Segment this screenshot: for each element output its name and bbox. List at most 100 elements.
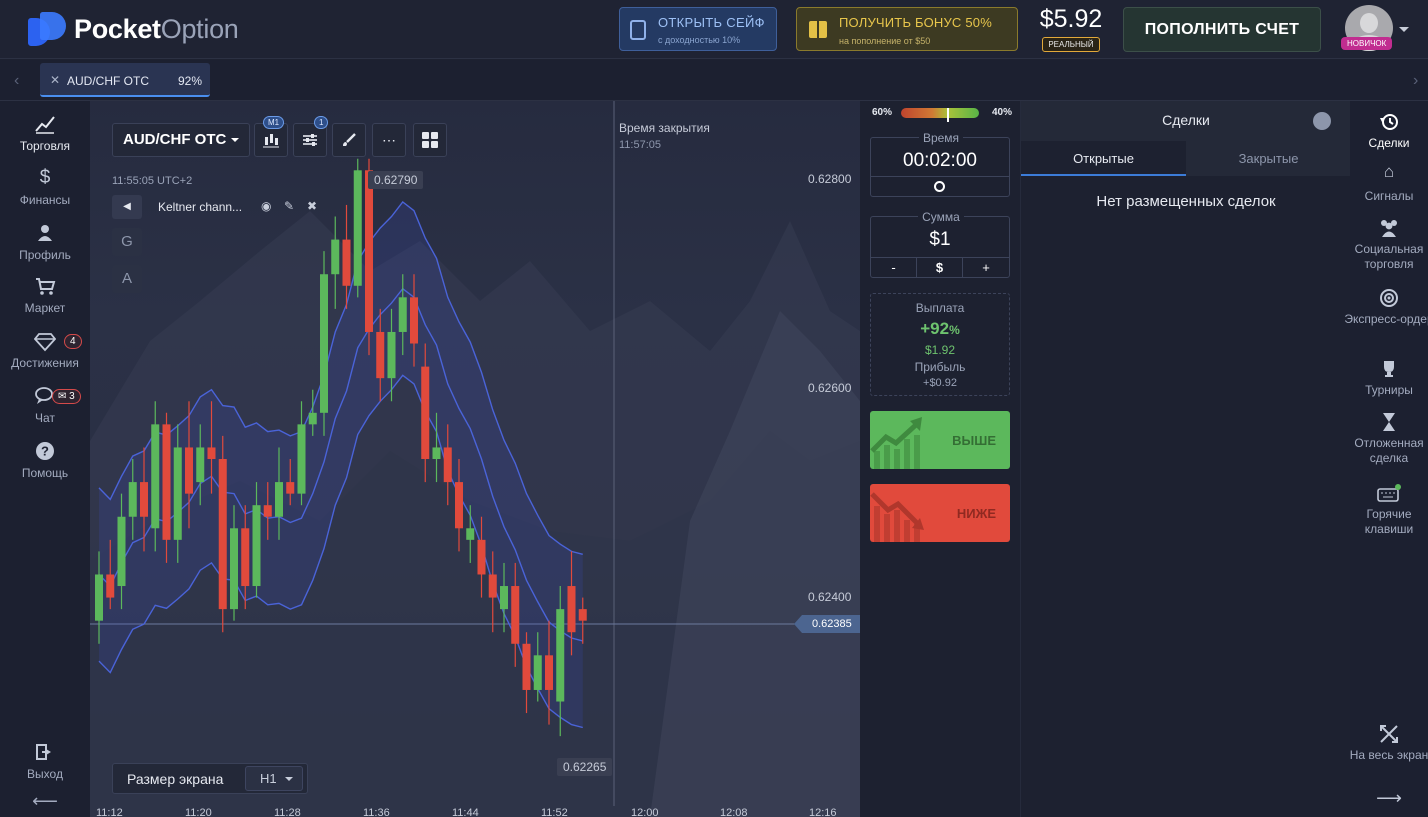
candle-body [410,297,418,344]
sliders-icon [303,134,317,146]
nav-item-logout[interactable]: Выход [0,741,90,781]
time-tick: 11:28 [274,807,301,817]
more-button[interactable]: ⋯ [372,123,406,157]
nav-item-trading[interactable]: Торговля [0,103,90,159]
rnav-item-signals[interactable]: ⌂ Сигналы [1344,163,1428,204]
chart-type-button[interactable]: M1 [254,116,288,157]
time-tick: 11:44 [452,807,479,817]
nav-item-achievements[interactable]: Достижения 4 [0,330,90,370]
brush-icon [343,133,356,146]
indicator-name[interactable]: Keltner chann... [158,200,242,214]
brand-logo[interactable]: PocketOption [28,12,239,46]
amount-field[interactable]: Сумма $1 - $ + [870,210,1010,278]
amount-decrease-button[interactable]: - [871,258,917,277]
candle [522,632,531,714]
asset-selector[interactable]: AUD/CHF OTC [112,123,250,157]
asset-tab-bar: ‹ ✕ AUD/CHF OTC 92% › [0,60,1428,101]
candle-body [477,539,486,575]
chevron-down-icon [231,138,239,142]
hourglass-icon [1383,413,1395,431]
help-icon: ? [36,442,54,460]
chevron-down-icon [285,777,293,781]
nav-label-help: Помощь [21,466,69,480]
account-balance[interactable]: $5.92 РЕАЛЬНЫЙ [1036,5,1106,52]
deposit-button[interactable]: ПОПОЛНИТЬ СЧЕТ [1123,7,1321,52]
server-time: 11:55:05 UTC+2 [112,175,193,187]
svg-text:?: ? [41,444,49,459]
close-icon[interactable]: ✕ [50,73,60,87]
time-field[interactable]: Время 00:02:00 [870,131,1010,197]
amount-currency-button[interactable]: $ [917,258,963,277]
buy-up-label: ВЫШЕ [952,433,996,448]
nav-label-profile: Профиль [19,248,71,262]
payout-label: Выплата [915,301,965,315]
candle-body [230,528,238,610]
rnav-label-deals: Сделки [1368,136,1410,150]
indicators-button[interactable]: 1 [293,116,329,157]
amount-label: Сумма [918,210,964,224]
list-menu-icon[interactable] [1313,112,1331,130]
balance-amount: $5.92 [1039,5,1103,33]
chevron-right-icon[interactable]: › [1413,72,1418,90]
rnav-label-fullscreen: На весь экран [1349,748,1428,762]
nav-item-market[interactable]: Маркет [0,275,90,315]
deals-panel: Сделки Открытые Закрытые Нет размещенных… [1020,101,1351,817]
bonus-subtitle: на пополнение от $50 [839,36,931,46]
nav-item-help[interactable]: ? Помощь [0,440,90,480]
candle-body [106,574,115,598]
rnav-item-fullscreen[interactable]: На весь экран [1344,723,1428,763]
no-deals-message: Нет размещенных сделок [1096,193,1276,210]
candle-body [241,528,250,587]
fullscreen-icon [1380,725,1398,743]
indicators-count-badge: 1 [314,116,329,129]
rnav-item-express[interactable]: Экспресс-ордер [1344,287,1428,327]
arrow-left-icon[interactable]: ⟵ [0,791,90,812]
rnav-item-pending[interactable]: Отложенная сделка [1344,411,1428,466]
tab-open-deals[interactable]: Открытые [1021,141,1186,176]
nav-label-chat: Чат [35,411,55,425]
open-safe-button[interactable]: ОТКРЫТЬ СЕЙФ с доходностью 10% [619,7,777,51]
sell-down-button[interactable]: НИЖЕ [870,484,1010,542]
drawing-tools-button[interactable] [332,123,366,157]
eye-icon[interactable]: ◉ [261,199,271,213]
get-bonus-button[interactable]: ПОЛУЧИТЬ БОНУС 50% на пополнение от $50 [796,7,1018,51]
pencil-icon[interactable]: ✎ [284,199,294,213]
candle-body [95,574,103,621]
chevron-down-icon[interactable] [1399,27,1409,32]
screen-size-select[interactable]: H1 [245,766,303,791]
rnav-item-hotkeys[interactable]: Горячие клавиши [1344,482,1428,537]
candle-body [500,586,508,610]
nav-item-finance[interactable]: $ Финансы [0,167,90,207]
amount-value[interactable]: $1 [871,229,1009,251]
nav-item-chat[interactable]: Чат ✉ 3 [0,385,90,425]
rnav-item-social[interactable]: Социальная торговля [1344,217,1428,272]
user-avatar[interactable]: НОВИЧОК [1341,5,1395,51]
deals-header: Сделки [1021,101,1351,141]
rnav-item-tournaments[interactable]: Турниры [1344,358,1428,398]
rnav-item-deals[interactable]: Сделки [1344,111,1428,151]
achievements-count-badge: 4 [64,334,82,349]
amount-increase-button[interactable]: + [963,258,1009,277]
tool-a-button[interactable]: A [112,265,142,293]
nav-item-profile[interactable]: Профиль [0,222,90,262]
buy-up-button[interactable]: ВЫШЕ [870,411,1010,469]
asset-tab[interactable]: ✕ AUD/CHF OTC 92% [40,63,210,97]
price-chart[interactable]: AUD/CHF OTC M1 1 ⋯ 11:55:05 UTC+2 0.6279… [90,101,860,817]
time-value[interactable]: 00:02:00 [871,150,1009,172]
time-tick: 12:08 [720,807,748,817]
screen-size-label: Размер экрана [127,771,224,787]
candle-body [207,447,216,459]
sentiment-marker [946,108,949,122]
price-tick: 0.62800 [808,172,852,186]
tool-g-button[interactable]: G [112,228,142,256]
caret-left-icon[interactable]: ◀ [112,195,142,219]
close-icon[interactable]: ✖ [307,199,317,213]
chevron-left-icon[interactable]: ‹ [14,72,19,90]
clock-icon[interactable] [934,181,945,192]
layout-button[interactable] [413,123,447,157]
nav-label-logout: Выход [27,767,63,781]
tab-closed-deals[interactable]: Закрытые [1186,141,1351,176]
nav-label-trading: Торговля [19,139,71,153]
arrow-right-icon[interactable]: ⟶ [1344,789,1428,807]
payout-amount: $1.92 [924,343,956,357]
